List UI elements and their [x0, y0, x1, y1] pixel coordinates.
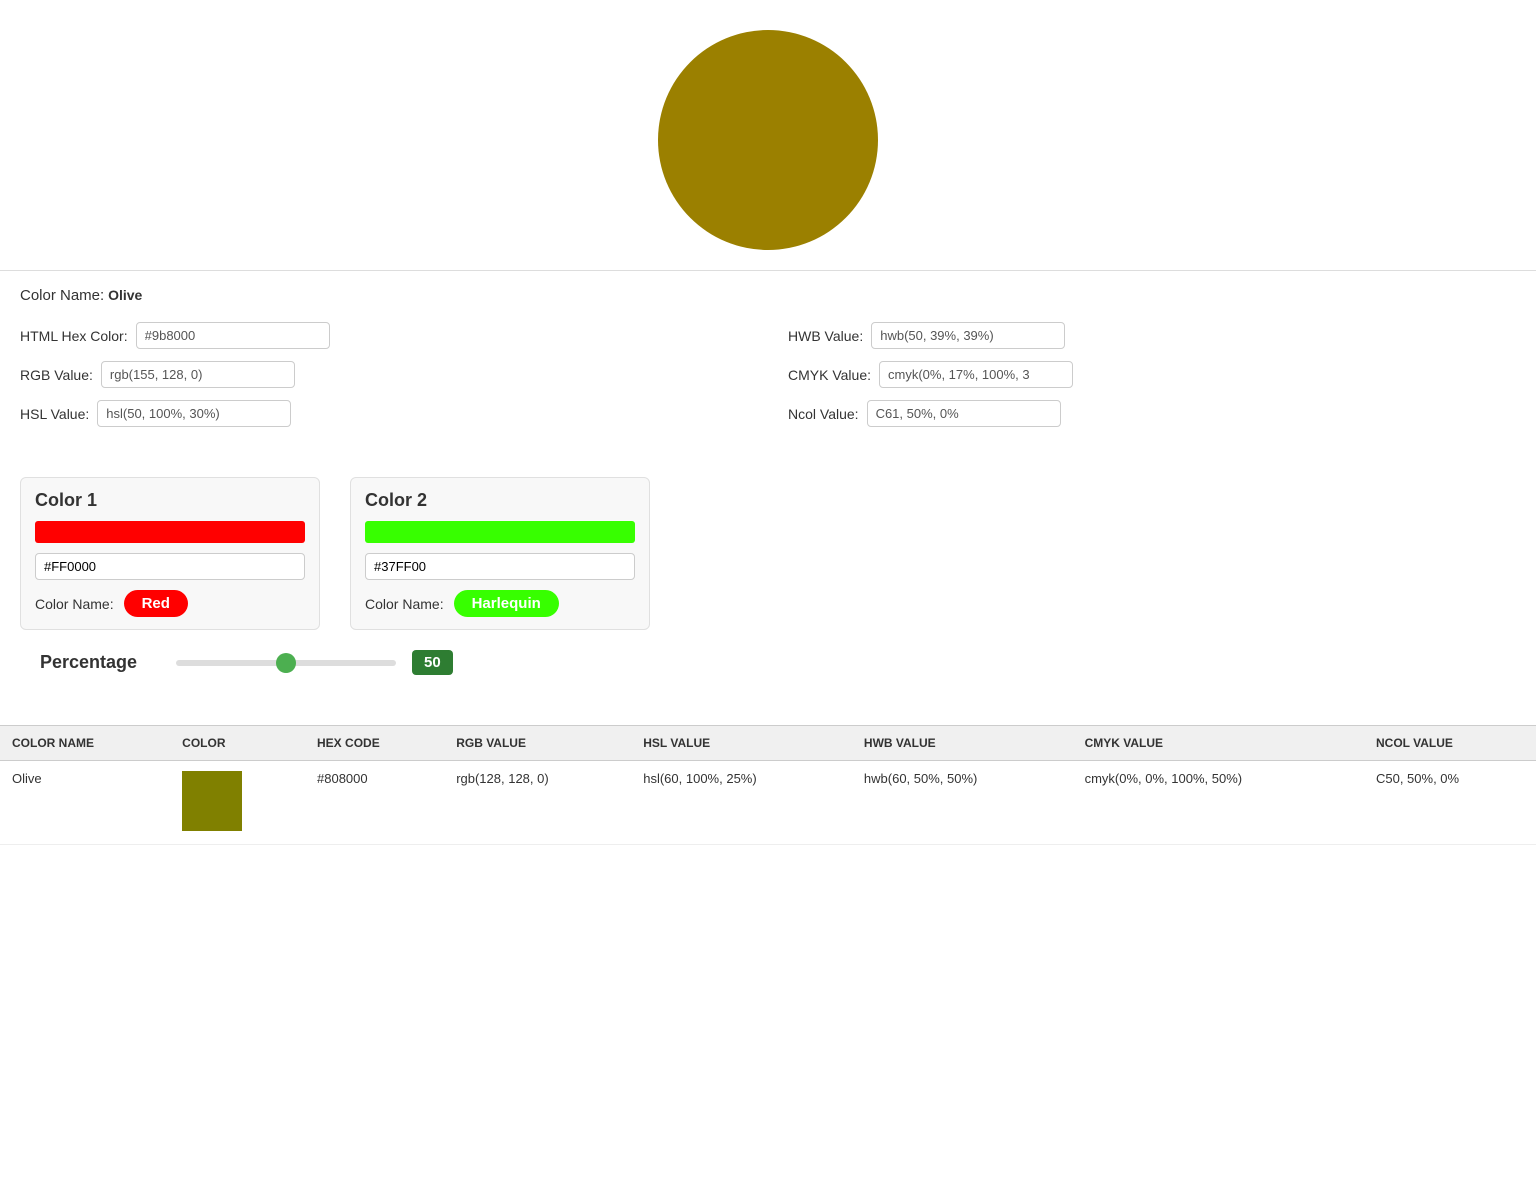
cmyk-row: CMYK Value:: [788, 361, 1516, 388]
color1-badge: Red: [124, 590, 188, 617]
html-hex-row: HTML Hex Color:: [20, 322, 748, 349]
section-divider: [0, 270, 1536, 271]
color-info-section: Color Name: Olive HTML Hex Color: HWB Va…: [0, 287, 1536, 477]
td-rgb: rgb(128, 128, 0): [444, 761, 631, 845]
td-ncol: C50, 50%, 0%: [1364, 761, 1536, 845]
hwb-input[interactable]: [871, 322, 1065, 349]
td-hwb: hwb(60, 50%, 50%): [852, 761, 1073, 845]
color2-badge: Harlequin: [454, 590, 559, 617]
html-hex-input[interactable]: [136, 322, 330, 349]
color-name-row: Color Name: Olive: [20, 287, 1516, 304]
cmyk-input[interactable]: [879, 361, 1073, 388]
td-hex: #808000: [305, 761, 444, 845]
color-name-label: Color Name:: [20, 287, 104, 304]
th-hsl-value: HSL VALUE: [631, 726, 852, 761]
color-name-value: Olive: [108, 287, 142, 303]
html-hex-label: HTML Hex Color:: [20, 328, 128, 344]
th-color-name: COLOR NAME: [0, 726, 170, 761]
table-row: Olive #808000 rgb(128, 128, 0) hsl(60, 1…: [0, 761, 1536, 845]
percentage-slider-wrapper: [176, 653, 396, 673]
rgb-label: RGB Value:: [20, 367, 93, 383]
rgb-input[interactable]: [101, 361, 295, 388]
hwb-label: HWB Value:: [788, 328, 863, 344]
table-color-swatch: [182, 771, 242, 831]
color-mixer-row: Color 1 Color Name: Red Color 2 Color Na…: [20, 477, 1516, 630]
hsl-label: HSL Value:: [20, 406, 89, 422]
cmyk-label: CMYK Value:: [788, 367, 871, 383]
color-circle-section: [0, 0, 1536, 270]
hsl-input[interactable]: [97, 400, 291, 427]
color2-title: Color 2: [365, 490, 635, 511]
percentage-row: Percentage 50: [40, 650, 1496, 675]
percentage-label: Percentage: [40, 652, 160, 673]
color2-swatch: [365, 521, 635, 543]
hwb-row: HWB Value:: [788, 322, 1516, 349]
td-hsl: hsl(60, 100%, 25%): [631, 761, 852, 845]
percentage-track: [176, 660, 396, 666]
color1-box: Color 1 Color Name: Red: [20, 477, 320, 630]
color2-hex-input[interactable]: [365, 553, 635, 580]
th-rgb-value: RGB VALUE: [444, 726, 631, 761]
ncol-label: Ncol Value:: [788, 406, 859, 422]
color1-hex-input[interactable]: [35, 553, 305, 580]
td-name: Olive: [0, 761, 170, 845]
hsl-row: HSL Value:: [20, 400, 748, 427]
percentage-thumb[interactable]: [276, 653, 296, 673]
ncol-row: Ncol Value:: [788, 400, 1516, 427]
color2-badge-row: Color Name: Harlequin: [365, 590, 635, 617]
color-mixer-section: Color 1 Color Name: Red Color 2 Color Na…: [0, 477, 1536, 715]
th-ncol-value: NCOL VALUE: [1364, 726, 1536, 761]
color1-swatch: [35, 521, 305, 543]
td-cmyk: cmyk(0%, 0%, 100%, 50%): [1073, 761, 1364, 845]
color-values-grid: HTML Hex Color: HWB Value: RGB Value: CM…: [20, 322, 1516, 427]
percentage-value-badge: 50: [412, 650, 453, 675]
th-cmyk-value: CMYK VALUE: [1073, 726, 1364, 761]
th-hex-code: HEX CODE: [305, 726, 444, 761]
percentage-section: Percentage 50: [20, 650, 1516, 695]
td-color: [170, 761, 305, 845]
color1-title: Color 1: [35, 490, 305, 511]
th-color: COLOR: [170, 726, 305, 761]
table-header-row: COLOR NAME COLOR HEX CODE RGB VALUE HSL …: [0, 726, 1536, 761]
color2-box: Color 2 Color Name: Harlequin: [350, 477, 650, 630]
color2-name-label: Color Name:: [365, 596, 444, 612]
color1-name-label: Color Name:: [35, 596, 114, 612]
color-table-section: COLOR NAME COLOR HEX CODE RGB VALUE HSL …: [0, 725, 1536, 845]
color-circle: [658, 30, 878, 250]
color-table: COLOR NAME COLOR HEX CODE RGB VALUE HSL …: [0, 725, 1536, 845]
ncol-input[interactable]: [867, 400, 1061, 427]
color1-badge-row: Color Name: Red: [35, 590, 305, 617]
rgb-row: RGB Value:: [20, 361, 748, 388]
th-hwb-value: HWB VALUE: [852, 726, 1073, 761]
